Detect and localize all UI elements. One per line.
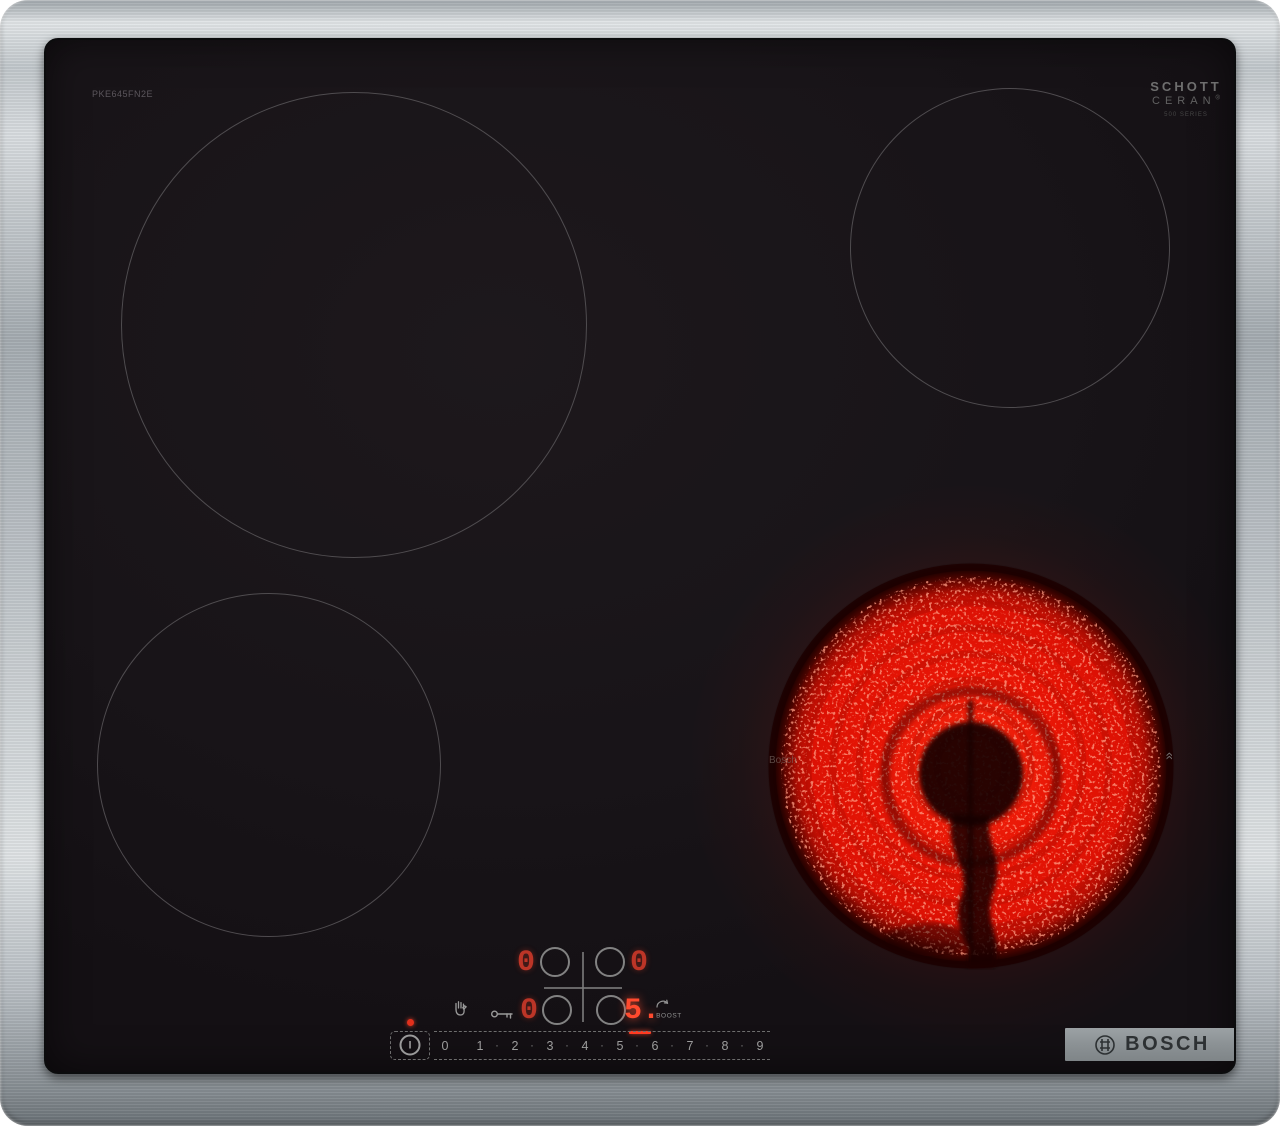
slider-level-7[interactable]: 7 <box>682 1036 698 1056</box>
zone-select-bottom-left[interactable] <box>542 995 572 1025</box>
dual-zone-chevron-icon: » <box>1159 752 1176 760</box>
slider-level-6[interactable]: 6 <box>647 1036 663 1056</box>
boost-label[interactable]: BOOST <box>656 1013 682 1020</box>
registered-trademark: ® <box>1215 95 1220 102</box>
bosch-armature-icon <box>1095 1034 1115 1055</box>
power-indicator-dot <box>407 1019 414 1026</box>
bosch-wordmark: BOSCH <box>1125 1033 1210 1055</box>
schott-ceran-line1: SCHOTT <box>1150 79 1222 94</box>
model-code: PKE645FN2E <box>92 89 154 99</box>
slider-dot: · <box>670 1038 674 1052</box>
slider-level-5[interactable]: 5 <box>612 1036 628 1056</box>
slider-dot: · <box>705 1038 709 1052</box>
slider-dot: · <box>600 1038 604 1052</box>
power-symbol: I <box>408 1039 412 1051</box>
slider-level-3[interactable]: 3 <box>542 1036 558 1056</box>
power-button[interactable]: I <box>399 1034 421 1056</box>
slider-dot: · <box>495 1038 499 1052</box>
key-lock-icon[interactable] <box>490 1007 516 1021</box>
slider-level-0[interactable]: 0 <box>437 1036 453 1056</box>
slider-level-1[interactable]: 1 <box>472 1036 488 1056</box>
ceramic-glass-surface: PKE645FN2E SCHOTT CERAN® 500 SERIES Bosc… <box>44 38 1236 1074</box>
burner-zone-top-left <box>121 92 587 558</box>
zone-select-top-right[interactable] <box>595 947 625 977</box>
slider-dot: · <box>530 1038 534 1052</box>
slider-level-2[interactable]: 2 <box>507 1036 523 1056</box>
burner-watermark: Bosch <box>769 755 797 766</box>
burner-zone-bottom-left <box>97 593 441 937</box>
burner-zone-top-right <box>850 88 1170 408</box>
series-text: 500 SERIES <box>1164 111 1208 118</box>
schott-ceran-logo: SCHOTT CERAN® 500 SERIES <box>1126 79 1234 118</box>
active-burner-glow <box>767 562 1175 970</box>
slider-level-4[interactable]: 4 <box>577 1036 593 1056</box>
display-top-left: 0 <box>516 946 536 980</box>
zone-select-bottom-right[interactable] <box>596 995 626 1025</box>
slider-dot: · <box>635 1038 639 1052</box>
bosch-badge: BOSCH <box>1065 1028 1234 1061</box>
hand-lock-icon[interactable] <box>450 998 470 1018</box>
cooktop: PKE645FN2E SCHOTT CERAN® 500 SERIES Bosc… <box>0 0 1280 1126</box>
boost-icon[interactable] <box>654 996 670 1010</box>
display-top-right: 0 <box>629 946 649 980</box>
control-panel: 0 0 0 5. BOOST I 0 1 · 2 · 3 · 4 · 5 · 6… <box>382 932 782 1072</box>
slider-level-8[interactable]: 8 <box>717 1036 733 1056</box>
zone-select-top-left[interactable] <box>540 947 570 977</box>
schott-ceran-line2: CERAN <box>1152 94 1216 107</box>
slider-dot: · <box>740 1038 744 1052</box>
zone-map-horizontal-divider <box>544 987 622 989</box>
slider-dot: · <box>565 1038 569 1052</box>
display-bottom-left: 0 <box>519 994 539 1028</box>
slider-level-9[interactable]: 9 <box>752 1036 768 1056</box>
